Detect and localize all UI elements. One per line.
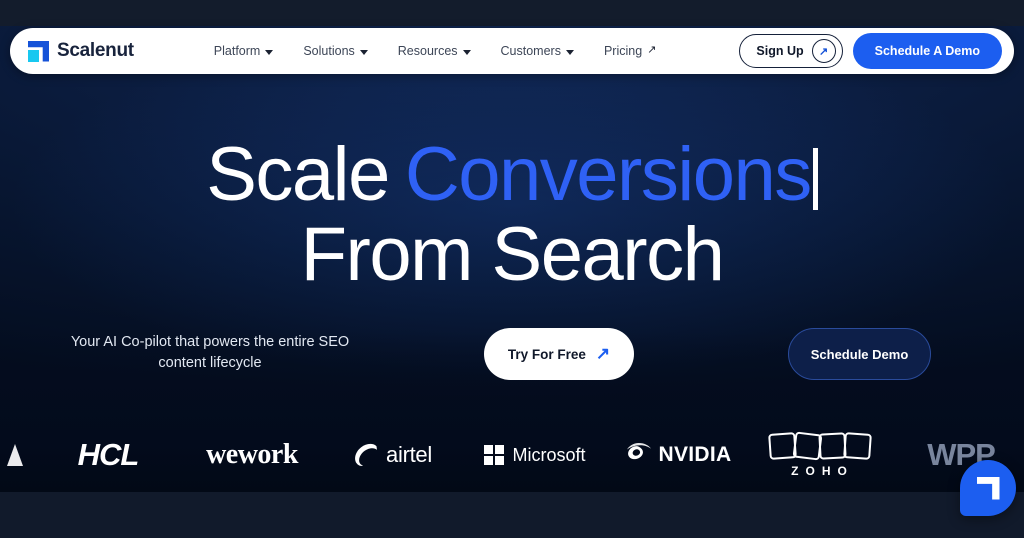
arrow-up-right-icon: ↗ <box>647 43 657 56</box>
nav-item-solutions[interactable]: Solutions <box>303 44 368 58</box>
logo-airtel-text: airtel <box>386 442 432 467</box>
logo-hcl: HCL <box>38 418 178 492</box>
headline-static-word: Scale <box>206 132 390 217</box>
below-fold-section <box>0 492 1024 538</box>
logo-wework: wework <box>188 418 316 492</box>
sign-up-label: Sign Up <box>756 44 804 58</box>
logo-wework-text: wework <box>206 439 298 470</box>
hero-subrow: Your AI Co-pilot that powers the entire … <box>0 328 1024 384</box>
customer-logo-strip: HCL wework airtel Microsoft NVIDIA ZOHO … <box>0 418 1024 492</box>
logo-nvidia: NVIDIA <box>620 418 738 492</box>
hero-subcopy: Your AI Co-pilot that powers the entire … <box>70 334 350 371</box>
nav-item-solutions-label: Solutions <box>303 44 355 58</box>
arrow-up-right-icon: ↗ <box>595 343 611 363</box>
nav-item-customers-label: Customers <box>500 44 561 58</box>
logo-airtel: airtel <box>336 418 448 492</box>
logo-microsoft-text: Microsoft <box>512 444 586 465</box>
try-for-free-label: Try For Free <box>507 346 586 362</box>
chevron-down-icon <box>265 49 274 55</box>
logo-zoho: ZOHO <box>756 418 882 492</box>
schedule-demo-label: Schedule Demo <box>810 346 909 362</box>
nav-item-platform-label: Platform <box>213 44 261 58</box>
nav-item-pricing-label: Pricing <box>603 44 643 58</box>
nav-item-resources[interactable]: Resources <box>398 44 471 58</box>
schedule-a-demo-label: Schedule A Demo <box>874 44 980 58</box>
zoho-boxes-icon <box>768 430 872 461</box>
nav-item-customers[interactable]: Customers <box>501 44 574 58</box>
airtel-swirl-icon <box>352 442 379 469</box>
headline-line-1: Scale Conversions <box>0 137 1024 213</box>
scalenut-chat-bubble-icon <box>976 476 1000 500</box>
schedule-demo-button[interactable]: Schedule Demo <box>788 328 931 380</box>
main-navbar: Scalenut Platform Solutions Resources Cu… <box>10 28 1014 74</box>
headline-line-2: From Search <box>300 212 725 298</box>
microsoft-squares-icon <box>484 445 505 465</box>
landing-page: Scalenut Platform Solutions Resources Cu… <box>0 0 1024 538</box>
arrow-up-right-icon: ↗ <box>811 39 836 63</box>
top-strip <box>0 0 1024 26</box>
brand-logo[interactable]: Scalenut <box>28 40 134 62</box>
chevron-down-icon <box>462 49 471 55</box>
nav-item-platform[interactable]: Platform <box>214 44 274 58</box>
typing-caret <box>812 148 818 210</box>
nav-item-pricing[interactable]: Pricing ↗ <box>604 44 656 58</box>
sign-up-button[interactable]: Sign Up ↗ <box>739 34 843 68</box>
chevron-down-icon <box>565 49 574 55</box>
logo-nvidia-text: NVIDIA <box>658 443 732 466</box>
logo-partial-edge <box>0 418 26 492</box>
nav-item-resources-label: Resources <box>397 44 458 58</box>
nav-actions: Sign Up ↗ Schedule A Demo <box>739 33 1002 69</box>
logo-hcl-text: HCL <box>77 437 140 472</box>
brand-name: Scalenut <box>57 40 134 61</box>
chevron-down-icon <box>359 49 368 55</box>
nvidia-eye-icon <box>626 443 653 467</box>
scalenut-mark-icon <box>28 40 49 62</box>
logo-zoho-text: ZOHO <box>791 463 854 478</box>
logo-microsoft: Microsoft <box>470 418 600 492</box>
schedule-a-demo-button[interactable]: Schedule A Demo <box>852 33 1002 69</box>
nav-links: Platform Solutions Resources Customers P… <box>214 44 657 58</box>
chat-widget-button[interactable] <box>960 460 1016 516</box>
try-for-free-button[interactable]: Try For Free ↗ <box>484 328 634 380</box>
headline-accent-word: Conversions <box>404 132 812 217</box>
hero-headline: Scale Conversions From Search <box>0 137 1024 298</box>
